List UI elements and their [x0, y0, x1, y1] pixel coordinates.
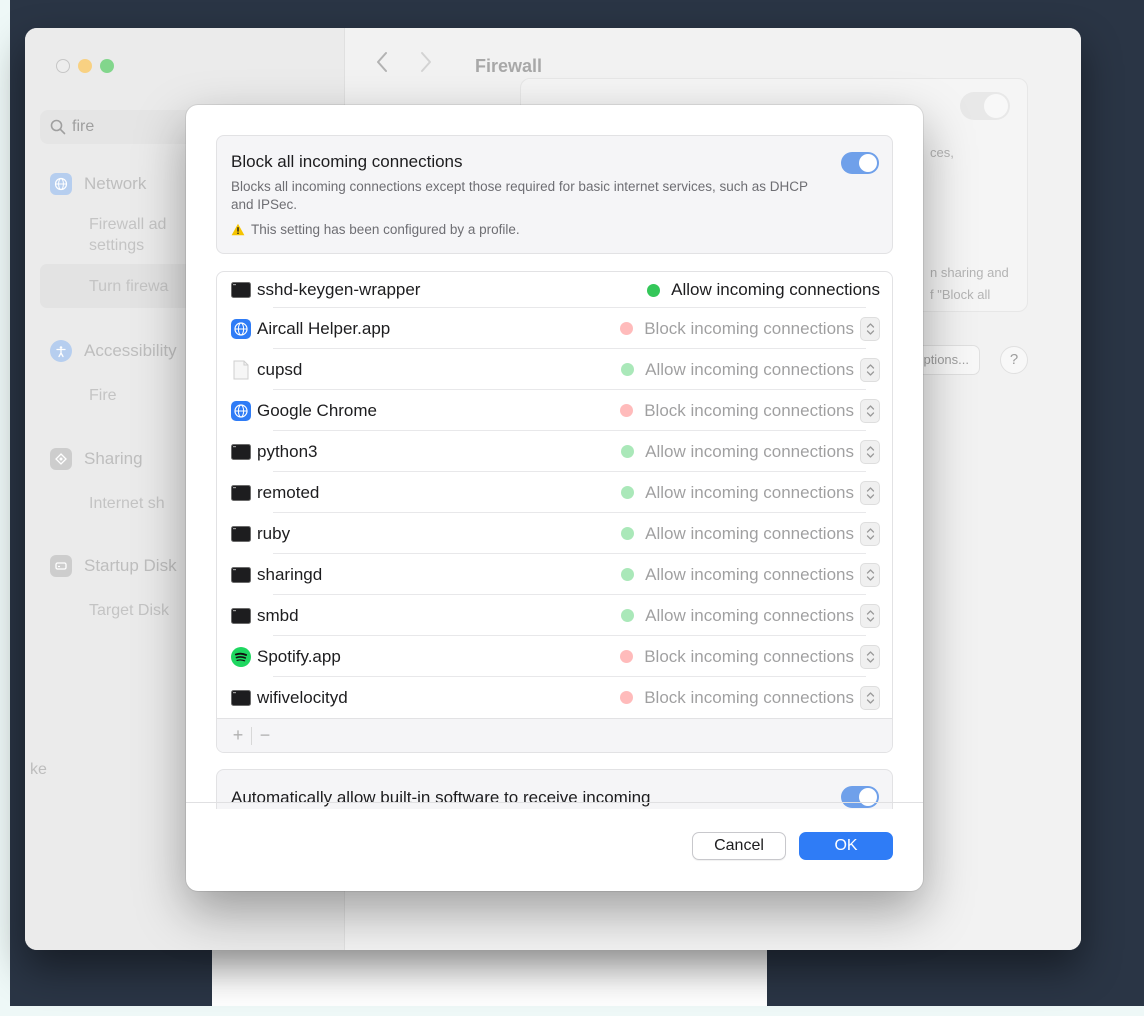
- connection-popup-button[interactable]: Allow incoming connections: [621, 480, 880, 505]
- cancel-button[interactable]: Cancel: [692, 832, 786, 860]
- list-footer: + −: [217, 718, 892, 752]
- chevron-updown-icon[interactable]: [860, 357, 880, 382]
- chevron-updown-icon[interactable]: [860, 521, 880, 546]
- chevron-updown-icon[interactable]: [860, 316, 880, 341]
- auto-allow-toggle[interactable]: [841, 786, 879, 808]
- app-row[interactable]: Google Chrome Block incoming connections: [231, 390, 880, 431]
- app-row[interactable]: python3 Allow incoming connections: [231, 431, 880, 472]
- firewall-options-dialog: Block all incoming connections Blocks al…: [186, 105, 923, 891]
- app-row[interactable]: ruby Allow incoming connections: [231, 513, 880, 554]
- chevron-updown-icon[interactable]: [860, 480, 880, 505]
- block-status-dot: [620, 691, 634, 704]
- connection-popup-button[interactable]: Block incoming connections: [620, 685, 880, 710]
- block-all-title: Block all incoming connections: [231, 152, 463, 171]
- app-name: Aircall Helper.app: [257, 318, 391, 338]
- connection-popup-button[interactable]: Block incoming connections: [620, 644, 880, 669]
- terminal-icon: [231, 483, 251, 503]
- allow-status-dot: [621, 568, 635, 581]
- app-row[interactable]: Aircall Helper.app Block incoming connect…: [231, 308, 880, 349]
- chevron-updown-icon[interactable]: [860, 562, 880, 587]
- app-row[interactable]: cupsd Allow incoming connections: [231, 349, 880, 390]
- connection-status-label: Allow incoming connections: [645, 564, 854, 584]
- app-name: Spotify.app: [257, 646, 341, 666]
- connection-popup-button[interactable]: Allow incoming connections: [621, 521, 880, 546]
- app-row[interactable]: sharingd Allow incoming connections: [231, 554, 880, 595]
- terminal-icon: [231, 688, 251, 708]
- dialog-divider: [186, 802, 923, 803]
- app-name: Google Chrome: [257, 400, 378, 420]
- connection-status-label: Allow incoming connections: [645, 523, 854, 543]
- app-name: wifivelocityd: [257, 687, 348, 707]
- chevron-updown-icon[interactable]: [860, 644, 880, 669]
- connection-status-label: Allow incoming connections: [645, 359, 854, 379]
- app-name: sharingd: [257, 564, 323, 584]
- app-name: cupsd: [257, 359, 303, 379]
- warning-icon: [231, 223, 245, 236]
- spotify-icon: [231, 646, 251, 667]
- app-row[interactable]: wifivelocityd Block incoming connections: [231, 677, 880, 718]
- app-name: remoted: [257, 482, 320, 502]
- connection-status-label: Allow incoming connections: [671, 280, 880, 299]
- block-all-description: Blocks all incoming connections except t…: [231, 179, 808, 212]
- connection-status-label: Block incoming connections: [644, 687, 854, 707]
- block-status-dot: [620, 322, 634, 335]
- terminal-icon: [231, 524, 251, 544]
- globe-app-icon: [231, 318, 251, 339]
- connection-popup-button[interactable]: Allow incoming connections: [621, 439, 880, 464]
- block-all-toggle[interactable]: [841, 152, 879, 174]
- app-name: python3: [257, 441, 318, 461]
- profile-warning: This setting has been configured by a pr…: [231, 222, 520, 237]
- app-name: sshd-keygen-wrapper: [257, 280, 421, 299]
- connection-popup-button[interactable]: Block incoming connections: [620, 398, 880, 423]
- connection-status-label: Allow incoming connections: [645, 441, 854, 461]
- app-row[interactable]: smbd Allow incoming connections: [231, 595, 880, 636]
- app-row[interactable]: sshd-keygen-wrapper Allow incoming connec…: [231, 272, 880, 308]
- terminal-icon: [231, 565, 251, 585]
- connection-status-label: Block incoming connections: [644, 400, 854, 420]
- connection-popup-button[interactable]: Allow incoming connections: [621, 562, 880, 587]
- terminal-icon: [231, 442, 251, 462]
- connection-status-label: Allow incoming connections: [645, 605, 854, 625]
- app-list: sshd-keygen-wrapper Allow incoming connec…: [216, 271, 893, 753]
- allow-status-dot: [647, 283, 661, 297]
- connection-status-label: Block incoming connections: [644, 318, 854, 338]
- globe-app-icon: [231, 400, 251, 421]
- connection-popup-button[interactable]: Allow incoming connections: [621, 603, 880, 628]
- app-row[interactable]: Spotify.app Block incoming connections: [231, 636, 880, 677]
- allow-status-dot: [621, 445, 635, 458]
- warning-text: This setting has been configured by a pr…: [251, 222, 520, 237]
- connection-popup-button[interactable]: Block incoming connections: [620, 316, 880, 341]
- connection-status: Allow incoming connections: [647, 280, 880, 300]
- allow-status-dot: [621, 527, 635, 540]
- terminal-icon: [231, 606, 251, 626]
- block-all-card: Block all incoming connections Blocks al…: [216, 135, 893, 254]
- app-name: ruby: [257, 523, 291, 543]
- block-status-dot: [620, 404, 634, 417]
- connection-popup-button[interactable]: Allow incoming connections: [621, 357, 880, 382]
- allow-status-dot: [621, 363, 635, 376]
- auto-allow-card: Automatically allow built-in software to…: [216, 769, 893, 809]
- app-name: smbd: [257, 605, 299, 625]
- chevron-updown-icon[interactable]: [860, 603, 880, 628]
- chevron-updown-icon[interactable]: [860, 685, 880, 710]
- add-app-button[interactable]: +: [225, 725, 251, 746]
- chevron-updown-icon[interactable]: [860, 398, 880, 423]
- app-row[interactable]: remoted Allow incoming connections: [231, 472, 880, 513]
- remove-app-button[interactable]: −: [252, 725, 278, 746]
- auto-allow-title: Automatically allow built-in software to…: [231, 788, 651, 807]
- block-status-dot: [620, 650, 634, 663]
- allow-status-dot: [621, 609, 635, 622]
- document-icon: [231, 360, 251, 380]
- connection-status-label: Allow incoming connections: [645, 482, 854, 502]
- allow-status-dot: [621, 486, 635, 499]
- connection-status-label: Block incoming connections: [644, 646, 854, 666]
- chevron-updown-icon[interactable]: [860, 439, 880, 464]
- terminal-icon: [231, 280, 251, 300]
- ok-button[interactable]: OK: [799, 832, 893, 860]
